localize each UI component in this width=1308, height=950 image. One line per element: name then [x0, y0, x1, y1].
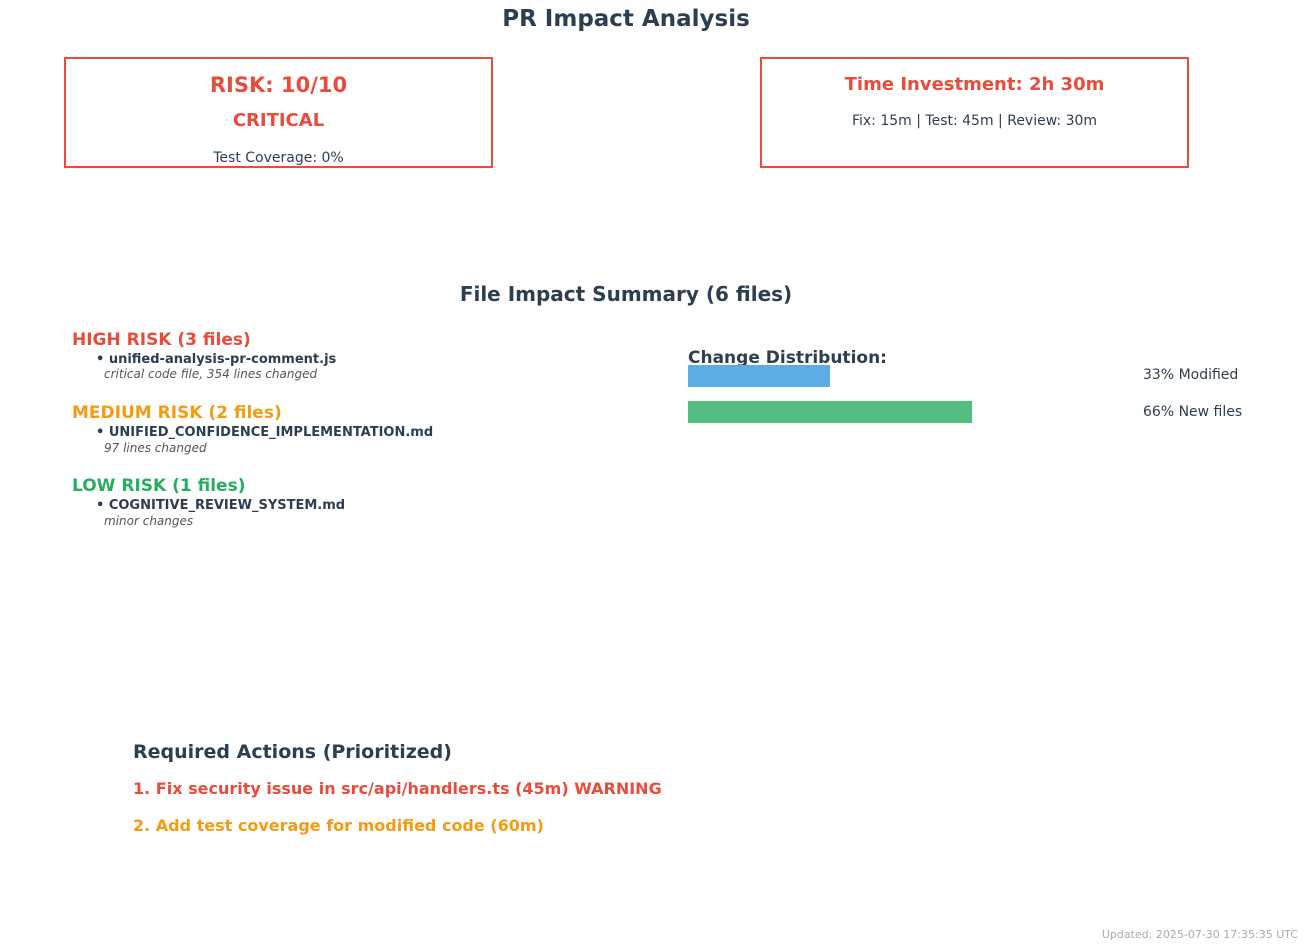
bar-new-files — [688, 401, 972, 423]
high-risk-heading: HIGH RISK (3 files) — [72, 330, 251, 350]
risk-score: RISK: 10/10 — [209, 73, 348, 97]
test-coverage: Test Coverage: 0% — [213, 150, 344, 166]
bar-modified — [688, 365, 830, 387]
required-actions-title: Required Actions (Prioritized) — [133, 741, 452, 763]
file-impact-summary-title: File Impact Summary (6 files) — [459, 282, 793, 306]
medium-risk-file: • UNIFIED_CONFIDENCE_IMPLEMENTATION.md — [96, 425, 434, 440]
high-risk-file: • unified-analysis-pr-comment.js — [96, 352, 337, 367]
page-title: PR Impact Analysis — [502, 6, 750, 32]
bar-label-new-files: 66% New files — [1143, 404, 1243, 420]
action-item: 1. Fix security issue in src/api/handler… — [133, 779, 662, 798]
medium-risk-heading: MEDIUM RISK (2 files) — [72, 403, 282, 423]
low-risk-note: minor changes — [104, 514, 194, 528]
low-risk-heading: LOW RISK (1 files) — [72, 476, 246, 496]
bar-label-modified: 33% Modified — [1143, 367, 1239, 383]
high-risk-note: critical code file, 354 lines changed — [104, 367, 318, 381]
low-risk-file: • COGNITIVE_REVIEW_SYSTEM.md — [96, 498, 346, 513]
risk-level: CRITICAL — [232, 110, 325, 131]
updated-timestamp: Updated: 2025-07-30 17:35:35 UTC — [1101, 928, 1298, 941]
time-investment-card: Time Investment: 2h 30m Fix: 15m | Test:… — [760, 57, 1189, 168]
risk-card: RISK: 10/10 CRITICAL Test Coverage: 0% — [64, 57, 493, 168]
time-breakdown: Fix: 15m | Test: 45m | Review: 30m — [851, 113, 1098, 129]
action-item: 2. Add test coverage for modified code (… — [133, 816, 544, 835]
medium-risk-note: 97 lines changed — [104, 441, 207, 455]
time-total: Time Investment: 2h 30m — [844, 74, 1105, 95]
